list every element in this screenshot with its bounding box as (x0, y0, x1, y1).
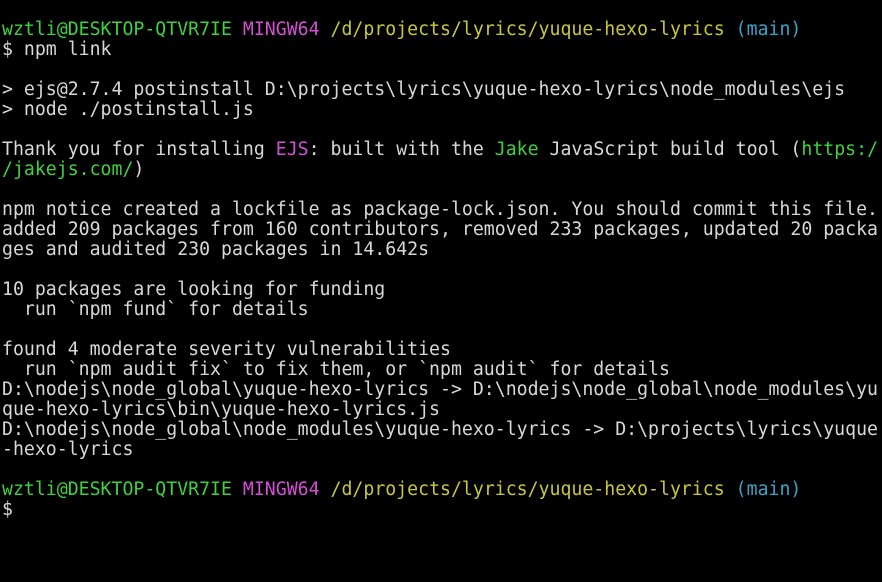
jake-url-start[interactable]: https:/ (801, 140, 878, 160)
output-line: > ejs@2.7.4 postinstall D:\projects\lyri… (2, 80, 846, 100)
prompt-path: /d/projects/lyrics/yuque-hexo-lyrics (330, 20, 725, 40)
jake-url-end[interactable]: /jakejs.com/ (2, 160, 133, 180)
prompt-branch: (main) (735, 480, 802, 500)
command-line: $ npm link (2, 40, 882, 60)
input-line[interactable]: $ (2, 500, 882, 520)
output-line: D:\nodejs\node_global\yuque-hexo-lyrics … (2, 380, 878, 400)
output-line: -hexo-lyrics (2, 440, 134, 460)
prompt-shell: MINGW64 (242, 480, 320, 500)
terminal-window[interactable]: wztli@DESKTOP-QTVR7IE MINGW64 /d/project… (0, 0, 882, 582)
output-line: 10 packages are looking for funding (2, 280, 386, 300)
output-line: added 209 packages from 160 contributors… (2, 220, 878, 240)
prompt-path: /d/projects/lyrics/yuque-hexo-lyrics (330, 480, 725, 500)
prompt-symbol: $ (2, 500, 13, 520)
output-line: run `npm fund` for details (2, 300, 309, 320)
output-line: ges and audited 230 packages in 14.642s (2, 240, 430, 260)
prompt-user-host: wztli@DESKTOP-QTVR7IE (2, 20, 232, 40)
thanks-prefix: Thank you for installing (2, 140, 276, 160)
output-line: npm notice created a lockfile as package… (2, 200, 878, 220)
output-line: found 4 moderate severity vulnerabilitie… (2, 340, 451, 360)
thanks-close: ) (133, 160, 145, 180)
jake-label: Jake (494, 140, 539, 160)
ejs-label: EJS (275, 140, 309, 160)
output-line: > node ./postinstall.js (2, 100, 254, 120)
thanks-line-wrap: /jakejs.com/) (2, 160, 882, 180)
prompt-shell: MINGW64 (242, 20, 320, 40)
thanks-line: Thank you for installing EJS: built with… (2, 140, 882, 160)
prompt-symbol: $ (2, 40, 13, 60)
command-text: npm link (23, 40, 112, 60)
output-line: D:\nodejs\node_global\node_modules\yuque… (2, 420, 878, 440)
output-line: run `npm audit fix` to fix them, or `npm… (2, 360, 670, 380)
thanks-middle: : built with the (308, 140, 495, 160)
thanks-suffix: JavaScript build tool ( (538, 140, 802, 160)
prompt-line: wztli@DESKTOP-QTVR7IE MINGW64 /d/project… (2, 20, 882, 40)
output-line: que-hexo-lyrics\bin\yuque-hexo-lyrics.js (2, 400, 440, 420)
prompt-user-host: wztli@DESKTOP-QTVR7IE (2, 480, 232, 500)
prompt-branch: (main) (735, 20, 802, 40)
prompt-line: wztli@DESKTOP-QTVR7IE MINGW64 /d/project… (2, 480, 882, 500)
